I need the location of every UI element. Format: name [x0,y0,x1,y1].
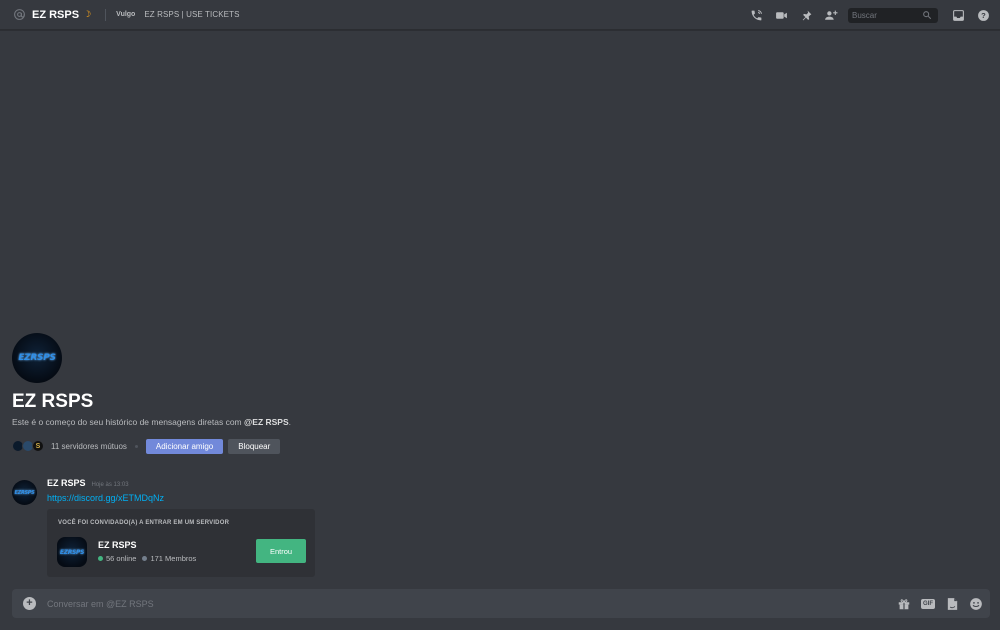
video-icon[interactable] [772,6,790,24]
invite-stats: 56 online 171 Membros [98,554,196,563]
intro-description: Este é o começo do seu histórico de mens… [12,417,612,427]
invite-server-name: EZ RSPS [98,540,137,550]
composer-tools: GIF [888,596,984,612]
avatar-logo-text: EZRSPS [59,548,85,556]
call-icon[interactable] [747,6,765,24]
mutual-servers-avatars[interactable]: S [12,440,44,452]
profile-avatar: EZRSPS [12,333,62,383]
message-header: EZ RSPS Hoje às 13:03 [47,478,612,488]
search-input[interactable] [852,10,922,20]
online-dot-icon [98,556,103,561]
header-toolbar: ? [740,6,992,24]
add-friend-icon[interactable] [822,6,840,24]
intro-description-text: Este é o começo do seu histórico de mens… [12,417,244,427]
message: EZRSPS EZ RSPS Hoje às 13:03 https://dis… [12,478,612,577]
message-avatar[interactable]: EZRSPS [12,480,37,505]
server-invite-card: VOCÊ FOI CONVIDADO(A) A ENTRAR EM UM SER… [47,509,315,577]
invite-label: VOCÊ FOI CONVIDADO(A) A ENTRAR EM UM SER… [58,520,230,526]
at-icon [12,8,26,22]
nickname-label: Vulgo [116,11,136,18]
invite-online-count: 56 online [106,554,137,563]
members-dot-icon [142,556,148,561]
invite-member-count: 171 Membros [150,554,197,563]
intro-mention: @EZ RSPS [243,417,289,427]
search-bar[interactable] [848,7,938,23]
avatar-logo-text: EZRSPS [14,489,35,496]
gif-label: GIF [921,598,935,609]
header-title: EZ RSPS [32,8,80,21]
dm-intro: EZRSPS EZ RSPS Este é o começo do seu hi… [12,333,612,454]
intro-username: EZ RSPS [12,391,94,412]
mutual-servers-link[interactable]: 11 servidores mútuos [51,442,127,451]
custom-status: EZ RSPS | USE TICKETS [144,10,240,19]
join-server-button[interactable]: Entrou [256,539,306,563]
message-timestamp: Hoje às 13:03 [91,482,129,488]
search-icon [922,10,932,20]
svg-text:?: ? [981,11,986,20]
message-author[interactable]: EZ RSPS [47,478,86,488]
pin-icon[interactable] [797,6,815,24]
attach-plus-icon[interactable]: + [23,597,36,610]
help-icon[interactable]: ? [974,6,992,24]
gif-icon[interactable]: GIF [920,596,936,612]
message-link[interactable]: https://discord.gg/xETMDqNz [47,493,164,503]
mutual-server-avatar: S [32,440,44,452]
block-button[interactable]: Bloquear [228,438,281,454]
dot-separator [134,444,138,448]
invite-server-icon: EZRSPS [57,537,87,567]
intro-description-end: . [288,417,292,427]
inbox-icon[interactable] [949,6,967,24]
moon-icon: ☽ [83,9,92,19]
header-divider [105,8,107,21]
channel-header: EZ RSPS ☽ Vulgo EZ RSPS | USE TICKETS ? [0,0,1000,30]
message-input[interactable] [47,598,888,609]
sticker-icon[interactable] [944,596,960,612]
intro-actions: S 11 servidores mútuos Adicionar amigo B… [12,438,612,454]
gift-icon[interactable] [896,596,912,612]
add-friend-button[interactable]: Adicionar amigo [145,438,224,454]
avatar-logo-text: EZRSPS [18,353,56,363]
message-composer: + GIF [12,589,990,618]
emoji-icon[interactable] [968,596,984,612]
